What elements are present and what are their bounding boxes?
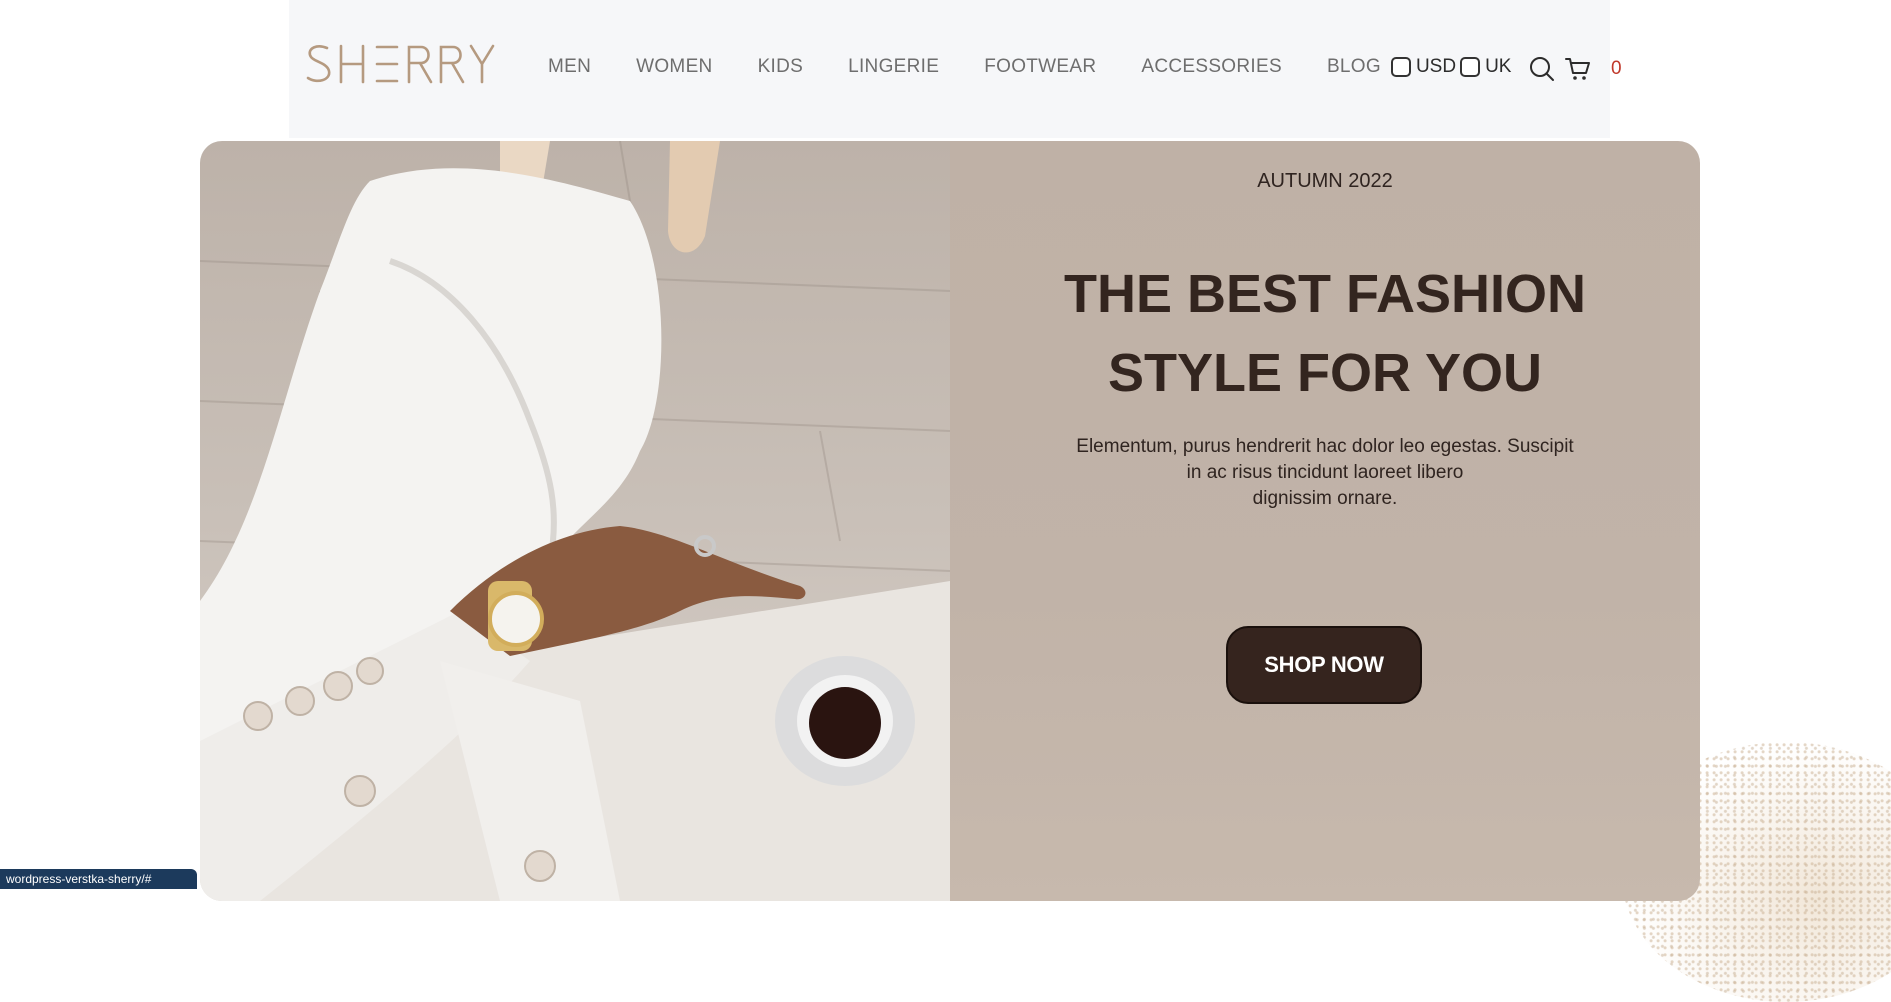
nav-item-men[interactable]: MEN xyxy=(548,56,591,78)
status-bar-url: wordpress-verstka-sherry/# xyxy=(0,869,197,889)
fashion-photo-illustration xyxy=(200,141,951,901)
nav-item-women[interactable]: WOMEN xyxy=(636,56,712,78)
hero-image xyxy=(200,141,951,901)
nav-item-kids[interactable]: KIDS xyxy=(758,56,804,78)
nav-item-footwear[interactable]: FOOTWEAR xyxy=(984,56,1096,78)
currency-toggle[interactable]: USD xyxy=(1390,56,1457,78)
currency-checkbox[interactable] xyxy=(1390,57,1411,77)
headline-line-1: THE BEST FASHION xyxy=(1063,264,1587,324)
season-label: AUTUMN 2022 xyxy=(1257,170,1393,192)
description-line-1: Elementum, purus hendrerit hac dolor leo… xyxy=(1076,436,1574,457)
site-header: MEN WOMEN KIDS LINGERIE FOOTWEAR ACCESSO… xyxy=(289,0,1622,138)
header-icons: 0 xyxy=(1497,56,1622,82)
cart-count-badge[interactable]: 0 xyxy=(1611,58,1622,80)
currency-label: USD xyxy=(1415,56,1457,77)
description-line-2: in ac risus tincidunt laoreet libero xyxy=(1186,462,1464,483)
hero-banner: AUTUMN 2022 THE BEST FASHION STYLE FOR Y… xyxy=(200,141,1700,901)
cart-icon[interactable] xyxy=(1565,56,1591,82)
region-checkbox[interactable] xyxy=(1460,57,1481,77)
shop-now-button[interactable]: SHOP NOW xyxy=(1226,626,1422,704)
hero-description: Elementum, purus hendrerit hac dolor leo… xyxy=(1060,434,1590,512)
description-line-3: dignissim ornare. xyxy=(1252,488,1398,509)
main-nav: MEN WOMEN KIDS LINGERIE FOOTWEAR ACCESSO… xyxy=(548,56,1515,78)
search-icon[interactable] xyxy=(1529,56,1555,82)
nav-item-accessories[interactable]: ACCESSORIES xyxy=(1141,56,1282,78)
hero-headline: THE BEST FASHION STYLE FOR YOU xyxy=(950,255,1700,413)
nav-item-blog[interactable]: BLOG xyxy=(1327,56,1381,78)
hero-content-panel: AUTUMN 2022 THE BEST FASHION STYLE FOR Y… xyxy=(950,141,1700,901)
nav-item-lingerie[interactable]: LINGERIE xyxy=(848,56,939,78)
sherry-logo-wordmark xyxy=(306,44,495,84)
site-logo[interactable] xyxy=(305,42,495,86)
headline-line-2: STYLE FOR YOU xyxy=(1107,343,1543,403)
